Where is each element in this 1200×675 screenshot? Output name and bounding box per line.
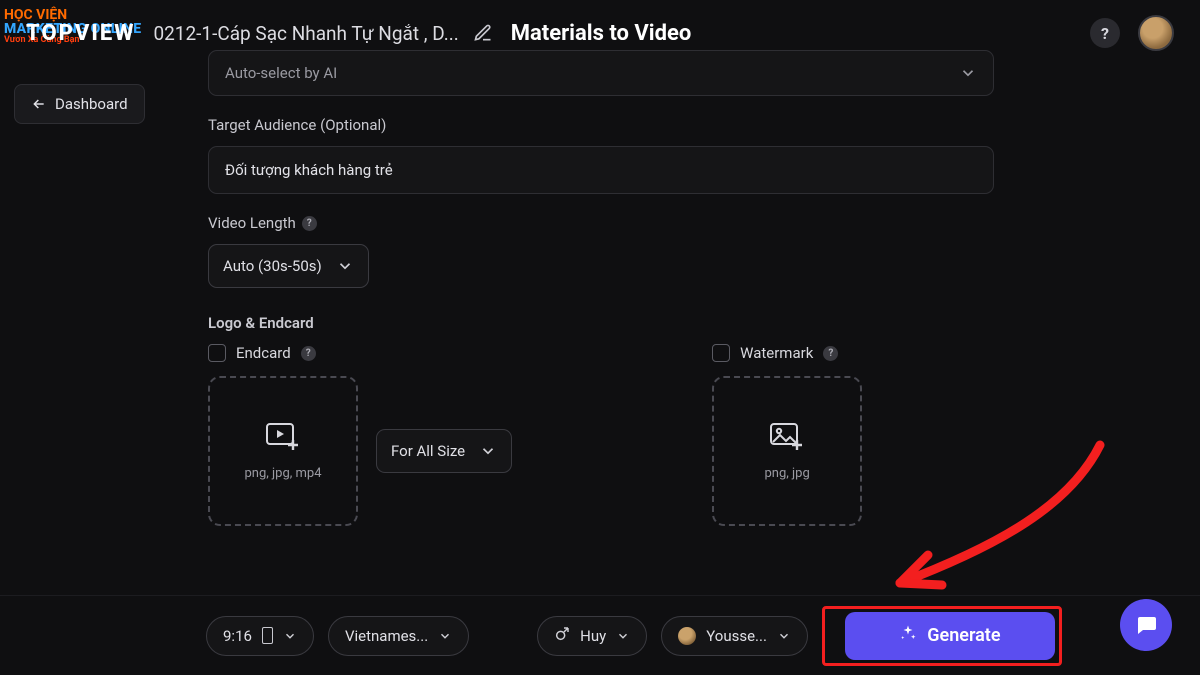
image-add-icon [769,422,805,456]
voice-dropdown[interactable]: Huy [537,616,647,656]
chevron-down-icon [777,629,791,643]
chevron-down-icon [959,64,977,82]
watermark-checkbox[interactable] [712,344,730,362]
chat-fab[interactable] [1120,599,1172,651]
video-length-value: Auto (30s-50s) [223,257,322,275]
phone-icon [262,627,273,644]
watermark-formats: png, jpg [765,466,810,481]
audience-input[interactable]: Đối tượng khách hàng trẻ [208,146,994,194]
voice-value: Huy [580,627,606,645]
chevron-down-icon [616,629,630,643]
logo-endcard-label: Logo & Endcard [208,314,994,332]
edit-icon[interactable] [473,23,493,43]
help-icon[interactable]: ? [301,346,316,361]
audience-label: Target Audience (Optional) [208,116,994,134]
page-title: Materials to Video [511,21,692,46]
chevron-down-icon [283,629,297,643]
sparkle-icon [899,624,917,647]
endcard-label: Endcard [236,344,291,362]
watermark-column: Watermark ? png, jpg [712,344,862,526]
avatar-thumb-icon [678,627,696,645]
user-avatar[interactable] [1138,15,1174,51]
endcard-size-dropdown[interactable]: For All Size [376,429,512,473]
help-icon[interactable]: ? [823,346,838,361]
dashboard-button[interactable]: Dashboard [14,84,145,124]
help-button[interactable]: ? [1090,18,1120,48]
dashboard-label: Dashboard [55,95,128,113]
ai-select-dropdown[interactable]: Auto-select by AI [208,50,994,96]
ai-select-value: Auto-select by AI [225,64,337,82]
male-icon [554,626,570,646]
chevron-down-icon [479,442,497,460]
aspect-ratio-dropdown[interactable]: 9:16 [206,616,314,656]
video-length-dropdown[interactable]: Auto (30s-50s) [208,244,369,288]
chat-icon [1134,613,1158,637]
endcard-upload[interactable]: png, jpg, mp4 [208,376,358,526]
bottom-bar: 9:16 Vietnames... Huy Yousse... Generate [0,595,1200,675]
language-dropdown[interactable]: Vietnames... [328,616,469,656]
language-value: Vietnames... [345,627,428,645]
watermark-label: Watermark [740,344,813,362]
video-add-icon [265,422,301,456]
form-panel: Auto-select by AI Target Audience (Optio… [208,48,994,546]
audience-value: Đối tượng khách hàng trẻ [225,161,393,179]
chevron-down-icon [438,629,452,643]
endcard-formats: png, jpg, mp4 [244,466,321,481]
generate-highlight-box: Generate [822,606,1062,666]
generate-label: Generate [927,625,1000,646]
chevron-down-icon [336,257,354,275]
app-logo: TOPVIEW [26,21,135,46]
aspect-value: 9:16 [223,627,252,645]
arrow-left-icon [31,96,47,112]
help-icon[interactable]: ? [302,216,317,231]
avatar-model-dropdown[interactable]: Yousse... [661,616,808,656]
avatar-model-value: Yousse... [706,627,767,645]
endcard-column: Endcard ? png, jpg, mp4 [208,344,512,526]
project-name[interactable]: 0212-1-Cáp Sạc Nhanh Tự Ngắt , D... [153,22,458,45]
generate-button[interactable]: Generate [845,612,1055,660]
watermark-upload[interactable]: png, jpg [712,376,862,526]
video-length-label: Video Length ? [208,214,994,232]
endcard-size-value: For All Size [391,442,465,460]
endcard-checkbox[interactable] [208,344,226,362]
